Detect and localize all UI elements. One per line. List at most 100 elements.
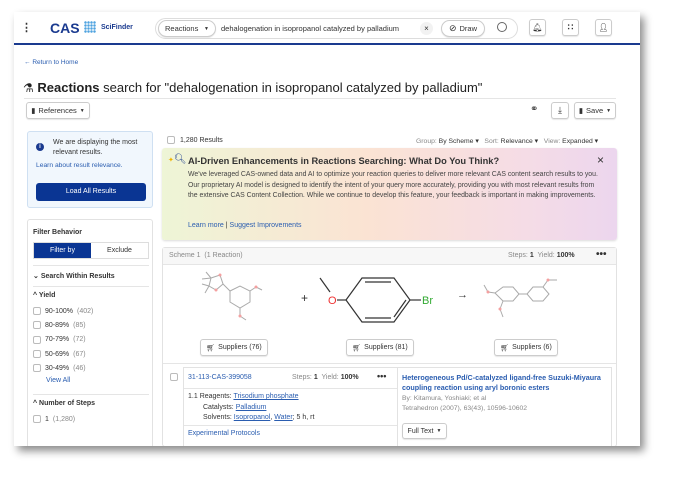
yield-title: Yield bbox=[38, 292, 56, 299]
view-dropdown[interactable]: Expanded ▾ bbox=[562, 138, 598, 145]
load-all-results-button[interactable]: Load All Results bbox=[36, 183, 146, 201]
reactant-2-structure[interactable]: O Br bbox=[318, 270, 453, 335]
checkbox[interactable] bbox=[33, 415, 41, 424]
solvent-link[interactable]: Water bbox=[274, 414, 292, 421]
search-icon[interactable] bbox=[497, 22, 507, 32]
menu-icon[interactable]: ⋮ bbox=[21, 21, 32, 34]
search-within-toggle[interactable]: ⌄ Search Within Results bbox=[33, 272, 115, 280]
checkbox[interactable] bbox=[33, 321, 41, 330]
reagent-link[interactable]: Trisodium phosphate bbox=[233, 393, 298, 400]
suppliers-label: Suppliers (6) bbox=[512, 344, 552, 351]
cart-icon: 🛒︎ bbox=[500, 344, 510, 352]
suppliers-button[interactable]: 🛒︎ Suppliers (6) bbox=[494, 339, 558, 356]
option-count: (85) bbox=[73, 321, 86, 329]
draw-label: Draw bbox=[459, 24, 478, 33]
return-home-link[interactable]: ← Return to Home bbox=[24, 59, 78, 66]
scheme-header: Scheme 1 (1 Reaction) Steps: 1 Yield: 10… bbox=[163, 248, 616, 265]
reference-panel: Heterogeneous Pd/C-catalyzed ligand-free… bbox=[398, 367, 612, 446]
sort-dropdown[interactable]: Relevance ▾ bbox=[501, 138, 538, 145]
group-dropdown[interactable]: By Scheme ▾ bbox=[439, 138, 479, 145]
yield-option[interactable]: 90-100% (402) bbox=[33, 304, 93, 318]
save-label: Save bbox=[586, 106, 604, 115]
reaction-id-link[interactable]: 31-113-CAS-399058 bbox=[188, 374, 252, 381]
yield-label: Yield: bbox=[537, 252, 555, 259]
scheme-label: Scheme 1 (1 Reaction) bbox=[169, 252, 243, 259]
more-options-icon[interactable]: ••• bbox=[596, 249, 607, 260]
option-label: 90-100% bbox=[45, 307, 74, 315]
steps-section-toggle[interactable]: ^ Number of Steps bbox=[33, 400, 95, 407]
reaction-conditions: 1.1 Reagents: Trisodium phosphate Cataly… bbox=[188, 393, 315, 421]
search-input[interactable]: dehalogenation in isopropanol catalyzed … bbox=[221, 24, 399, 33]
catalysts-label: Catalysts: bbox=[203, 403, 234, 411]
search-type-dropdown[interactable]: Reactions ▼ bbox=[158, 20, 216, 37]
steps-option[interactable]: 1 (1,280) bbox=[33, 412, 75, 426]
references-dropdown[interactable]: ▮ References ▼ bbox=[26, 102, 90, 119]
download-icon[interactable]: ⤓ bbox=[551, 102, 569, 119]
more-options-icon[interactable]: ••• bbox=[377, 371, 386, 381]
draw-button[interactable]: ⊘ Draw bbox=[441, 20, 485, 37]
group-label: Group: bbox=[416, 138, 437, 145]
banner-links: Learn more | Suggest Improvements bbox=[188, 222, 302, 229]
divider bbox=[24, 98, 616, 99]
select-all-checkbox[interactable] bbox=[167, 136, 175, 144]
option-label: 70-79% bbox=[45, 336, 70, 344]
group-value: By Scheme bbox=[438, 138, 474, 145]
filter-behavior-title: Filter Behavior bbox=[33, 229, 83, 236]
checkbox[interactable] bbox=[33, 307, 41, 316]
filter-by-option[interactable]: Filter by bbox=[34, 243, 91, 258]
steps-label: Steps: bbox=[508, 252, 528, 259]
product-structure[interactable] bbox=[481, 270, 571, 330]
compare-icon[interactable]: ⚭ bbox=[530, 104, 538, 115]
banner-title: AI-Driven Enhancements in Reactions Sear… bbox=[188, 156, 500, 166]
scheme-reaction-count: (1 Reaction) bbox=[204, 252, 243, 259]
suppliers-button[interactable]: 🛒︎ Suppliers (76) bbox=[200, 339, 268, 356]
save-dropdown[interactable]: ▮ Save ▼ bbox=[574, 102, 616, 119]
reaction-conditions-text: ; 5 h, rt bbox=[292, 414, 315, 421]
app-window: ⋮ CAS SciFinder Reactions ▼ dehalogenatio… bbox=[14, 12, 640, 446]
bookmark-icon: ▮ bbox=[578, 106, 584, 115]
reaction-details: 31-113-CAS-399058 Steps: 1 Yield: 100% •… bbox=[183, 367, 398, 446]
reaction-stats: Steps: 1 Yield: 100% bbox=[292, 374, 359, 381]
suppliers-label: Suppliers (81) bbox=[364, 344, 408, 351]
reactant-1-structure[interactable] bbox=[198, 270, 263, 330]
yield-options: 90-100% (402) 80-89% (85) 70-79% (72) 50-69… bbox=[33, 304, 93, 375]
steps-options: 1 (1,280) bbox=[33, 412, 75, 426]
yield-option[interactable]: 50-69% (67) bbox=[33, 347, 93, 361]
suggest-improvements-link[interactable]: Suggest Improvements bbox=[230, 222, 302, 229]
reference-journal: Tetrahedron (2007), 63(43), 10596-10602 bbox=[402, 405, 528, 412]
logo-dots-icon bbox=[84, 21, 96, 33]
suppliers-label: Suppliers (76) bbox=[218, 344, 262, 351]
reaction-checkbox[interactable] bbox=[170, 373, 178, 381]
catalyst-link[interactable]: Palladium bbox=[236, 404, 267, 411]
reference-title-link[interactable]: Heterogeneous Pd/C-catalyzed ligand-free… bbox=[402, 373, 607, 393]
solvent-link[interactable]: Isopropanol bbox=[234, 414, 271, 421]
cas-logo[interactable]: CAS bbox=[50, 20, 80, 36]
view-all-link[interactable]: View All bbox=[46, 377, 70, 384]
experimental-protocols-link[interactable]: Experimental Protocols bbox=[188, 430, 260, 437]
exclude-option[interactable]: Exclude bbox=[91, 243, 148, 258]
scheme-stats: Steps: 1 Yield: 100% bbox=[508, 252, 575, 259]
results-count-label: 1,280 Results bbox=[180, 136, 223, 144]
learn-relevance-link[interactable]: Learn about result relevance. bbox=[36, 162, 123, 169]
option-count: (72) bbox=[73, 336, 86, 344]
checkbox[interactable] bbox=[33, 350, 41, 359]
close-banner-icon[interactable]: × bbox=[597, 153, 604, 167]
plus-sign: + bbox=[301, 291, 309, 305]
suppliers-button[interactable]: 🛒︎ Suppliers (81) bbox=[346, 339, 414, 356]
learn-more-link[interactable]: Learn more bbox=[188, 222, 224, 229]
checkbox[interactable] bbox=[33, 335, 41, 344]
full-text-dropdown[interactable]: Full Text ▼ bbox=[402, 423, 447, 439]
user-account-icon[interactable]: 👤︎ bbox=[595, 19, 612, 36]
checkbox[interactable] bbox=[33, 364, 41, 373]
divider bbox=[33, 286, 149, 287]
yield-section-toggle[interactable]: ^ Yield bbox=[33, 292, 55, 299]
yield-option[interactable]: 70-79% (72) bbox=[33, 333, 93, 347]
option-label: 1 bbox=[45, 415, 49, 423]
relevance-info-box: i We are displaying the most relevant re… bbox=[27, 131, 153, 208]
notifications-icon[interactable]: 🔔︎ bbox=[529, 19, 546, 36]
yield-label: Yield: bbox=[321, 374, 339, 381]
yield-option[interactable]: 30-49% (46) bbox=[33, 361, 93, 375]
yield-option[interactable]: 80-89% (85) bbox=[33, 318, 93, 332]
clear-search-icon[interactable]: × bbox=[420, 22, 433, 35]
apps-grid-icon[interactable]: ∷ bbox=[562, 19, 579, 36]
